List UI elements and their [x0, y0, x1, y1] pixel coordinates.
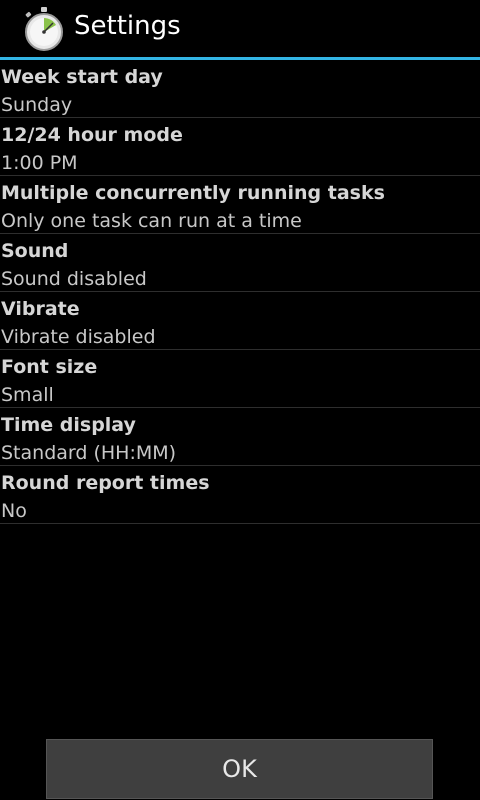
setting-sound[interactable]: Sound Sound disabled	[0, 234, 480, 292]
setting-title: Round report times	[1, 472, 210, 494]
setting-summary: Vibrate disabled	[1, 326, 156, 348]
setting-title: 12/24 hour mode	[1, 124, 183, 146]
page-title: Settings	[74, 11, 181, 41]
setting-week-start-day[interactable]: Week start day Sunday	[0, 60, 480, 118]
setting-title: Font size	[1, 356, 98, 378]
settings-list: Week start day Sunday 12/24 hour mode 1:…	[0, 60, 480, 524]
setting-title: Sound	[1, 240, 69, 262]
setting-title: Multiple concurrently running tasks	[1, 182, 385, 204]
setting-title: Vibrate	[1, 298, 80, 320]
setting-summary: Only one task can run at a time	[1, 210, 302, 232]
setting-time-display[interactable]: Time display Standard (HH:MM)	[0, 408, 480, 466]
setting-summary: 1:00 PM	[1, 152, 78, 174]
action-bar: Settings	[0, 0, 480, 60]
ok-button[interactable]: OK	[46, 739, 433, 799]
stopwatch-icon[interactable]	[22, 6, 66, 52]
setting-title: Time display	[1, 414, 136, 436]
setting-round-report-times[interactable]: Round report times No	[0, 466, 480, 524]
setting-vibrate[interactable]: Vibrate Vibrate disabled	[0, 292, 480, 350]
settings-screen: Settings Week start day Sunday 12/24 hou…	[0, 0, 480, 800]
setting-summary: Sound disabled	[1, 268, 147, 290]
setting-font-size[interactable]: Font size Small	[0, 350, 480, 408]
setting-summary: No	[1, 500, 27, 522]
setting-summary: Standard (HH:MM)	[1, 442, 177, 464]
setting-summary: Small	[1, 384, 54, 406]
setting-concurrent-tasks[interactable]: Multiple concurrently running tasks Only…	[0, 176, 480, 234]
setting-title: Week start day	[1, 66, 163, 88]
setting-hour-mode[interactable]: 12/24 hour mode 1:00 PM	[0, 118, 480, 176]
setting-summary: Sunday	[1, 94, 73, 116]
